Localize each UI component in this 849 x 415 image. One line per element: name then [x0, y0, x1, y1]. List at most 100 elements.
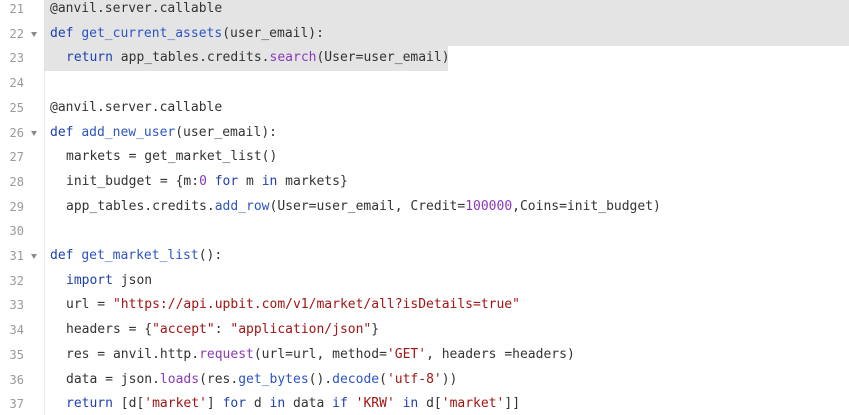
line-number: 32	[9, 273, 24, 288]
code-token: 'utf-8'	[386, 371, 442, 387]
code-token: url =	[66, 297, 113, 313]
code-token: ().	[308, 371, 333, 387]
code-token: def	[50, 248, 82, 263]
code-line[interactable]: 36 data = json.loads(res.get_bytes().deco…	[0, 368, 849, 393]
code-line[interactable]: 29 app_tables.credits.add_row(User=user_e…	[0, 195, 849, 220]
code-text[interactable]: def get_market_list():	[50, 244, 222, 269]
line-number: 31	[9, 249, 24, 263]
code-token: 'market'	[144, 396, 207, 412]
line-highlight	[44, 219, 849, 244]
code-token: @anvil.server.callable	[50, 99, 223, 115]
code-token: def	[50, 25, 82, 41]
code-token: for	[214, 173, 239, 189]
code-token: [d[	[112, 396, 145, 412]
line-highlight	[44, 71, 849, 96]
code-token: for	[222, 396, 247, 412]
code-token: 'GET'	[386, 346, 427, 362]
line-number: 28	[9, 174, 24, 189]
code-token: ,Coins=init_budget)	[512, 198, 661, 214]
code-token: import	[66, 272, 113, 288]
code-token: 'market'	[441, 396, 505, 412]
code-token: get_bytes	[238, 371, 309, 387]
code-token: ]]	[504, 396, 521, 412]
line-number: 22	[9, 26, 24, 41]
code-token: "accept"	[152, 322, 215, 338]
fold-arrow-icon[interactable]	[31, 31, 37, 37]
code-line[interactable]: 33 url = "https://api.upbit.com/v1/market…	[0, 293, 849, 318]
code-token: }	[371, 322, 380, 338]
code-token: (user_email):	[222, 25, 324, 41]
code-token: search	[269, 50, 317, 66]
code-token: (user_email):	[175, 124, 277, 140]
code-line[interactable]: 34 headers = {"accept": "application/json…	[0, 318, 849, 343]
code-text[interactable]: url = "https://api.upbit.com/v1/market/a…	[50, 293, 520, 318]
code-line[interactable]: 26 def add_new_user(user_email):	[0, 121, 849, 146]
code-line[interactable]: 21 @anvil.server.callable	[0, 0, 849, 22]
code-token: @anvil.server.callable	[50, 1, 223, 16]
code-token: :	[214, 322, 231, 338]
code-text[interactable]: def add_new_user(user_email):	[50, 121, 277, 146]
code-line[interactable]: 31 def get_market_list():	[0, 244, 849, 269]
fold-arrow-icon[interactable]	[31, 130, 37, 136]
code-token: d[	[418, 396, 442, 412]
code-token: in	[402, 396, 419, 412]
code-text[interactable]: init_budget = {m:0 for m in markets}	[50, 170, 348, 195]
code-token: 'KRW'	[355, 396, 395, 412]
code-line[interactable]: 35 res = anvil.http.request(url=url, meth…	[0, 343, 849, 368]
code-text[interactable]: return [d['market'] for d in data if 'KR…	[50, 392, 520, 415]
code-token: app_tables.credits.	[120, 50, 270, 66]
code-token: init_budget = {m:	[66, 173, 200, 189]
code-text[interactable]: import json	[50, 269, 152, 294]
code-line[interactable]: 30	[0, 219, 849, 244]
code-token: (	[379, 371, 387, 387]
code-token: add_new_user	[81, 124, 176, 140]
code-token: decode	[332, 371, 380, 387]
line-number: 21	[9, 2, 24, 16]
code-line[interactable]: 28 init_budget = {m:0 for m in markets}	[0, 170, 849, 195]
code-line[interactable]: 32 import json	[0, 269, 849, 294]
code-token: app_tables.credits.	[66, 198, 215, 214]
line-number: 25	[9, 100, 24, 115]
line-number: 34	[9, 323, 24, 338]
code-token: markets = get_market_list()	[66, 149, 278, 165]
code-token: ():	[198, 248, 223, 263]
line-number: 33	[9, 298, 24, 313]
code-token: in	[269, 396, 286, 412]
code-text[interactable]: @anvil.server.callable	[50, 0, 222, 22]
code-token: headers = {	[66, 322, 153, 338]
code-editor[interactable]: 21 @anvil.server.callable 22 def get_curren…	[0, 0, 849, 415]
code-line[interactable]: 25 @anvil.server.callable	[0, 96, 849, 121]
code-token: (User=user_email)	[316, 50, 450, 66]
code-text[interactable]: markets = get_market_list()	[50, 145, 277, 170]
code-token: "https://api.upbit.com/v1/market/all?isD…	[112, 297, 520, 313]
code-text[interactable]: app_tables.credits.add_row(User=user_ema…	[50, 195, 661, 220]
code-line[interactable]: 27 markets = get_market_list()	[0, 145, 849, 170]
code-line[interactable]: 24	[0, 71, 849, 96]
code-line[interactable]: 37 return [d['market'] for d in data if '…	[0, 392, 849, 415]
code-token: json	[112, 272, 153, 288]
code-token: data	[285, 396, 333, 412]
line-number: 36	[9, 372, 24, 387]
code-token: (url=url, method=	[253, 346, 387, 362]
fold-arrow-icon[interactable]	[31, 254, 37, 259]
code-line[interactable]: 23 return app_tables.credits.search(User=…	[0, 46, 849, 72]
line-highlight	[44, 269, 849, 294]
code-text[interactable]: data = json.loads(res.get_bytes().decode…	[50, 368, 457, 393]
code-token: return	[66, 396, 113, 412]
line-number: 29	[9, 199, 24, 214]
code-token: in	[261, 173, 278, 189]
code-text[interactable]: headers = {"accept": "application/json"}	[50, 318, 379, 343]
line-number: 26	[9, 125, 24, 140]
code-token: if	[332, 396, 348, 412]
code-token: def	[50, 124, 82, 140]
code-text[interactable]: return app_tables.credits.search(User=us…	[50, 46, 450, 71]
line-number: 35	[9, 347, 24, 362]
line-number: 30	[9, 224, 24, 239]
code-line[interactable]: 22 def get_current_assets(user_email):	[0, 21, 849, 47]
code-text[interactable]: @anvil.server.callable	[50, 96, 222, 121]
code-text[interactable]: res = anvil.http.request(url=url, method…	[50, 343, 575, 368]
code-text[interactable]: def get_current_assets(user_email):	[50, 22, 324, 47]
